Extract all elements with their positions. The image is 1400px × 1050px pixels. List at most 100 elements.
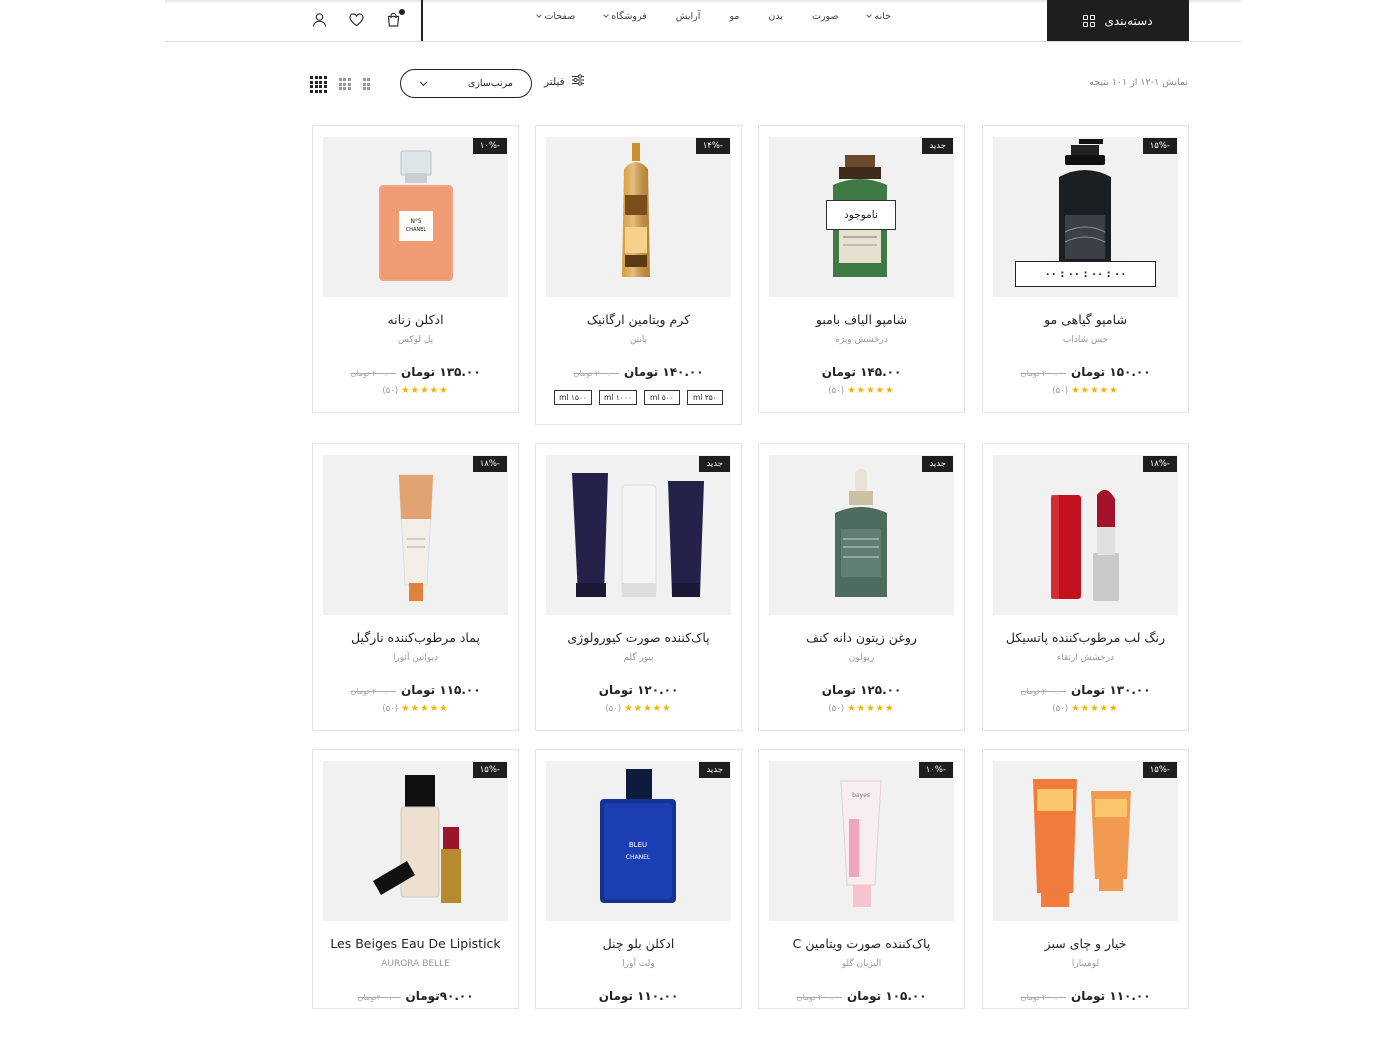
product-card[interactable]: -۱۴% کرم ویتامین ارگانیک پانتن ۱۴۰.۰۰ توما…	[535, 125, 742, 425]
product-title[interactable]: روغن زیتون دانه کنف	[759, 630, 964, 645]
product-price: ۱۳۵.۰۰ تومان ۲۰۰.۰۰ تومان	[313, 365, 518, 379]
product-price: ۱۲۵.۰۰ تومان	[759, 683, 964, 697]
product-brand: دیوانین آئورا	[392, 653, 439, 663]
product-image[interactable]	[546, 455, 731, 615]
star-rating-icon: ★★★★★	[847, 385, 895, 396]
size-option[interactable]: ml ۱۰۰۰	[599, 390, 637, 405]
product-image[interactable]	[323, 455, 508, 615]
product-card[interactable]: N°5 CHANEL -۱۰% ادکلن زنانه پل لوکس ۱۳۵.۰۰ …	[312, 125, 519, 413]
star-rating-icon: ★★★★★	[1071, 703, 1119, 714]
product-image[interactable]: ناموجود	[769, 137, 954, 297]
product-card[interactable]: BLEU CHANEL جدید ادکلن بلو چنل ولت آورا ۱۱۰…	[535, 749, 742, 1009]
nav-item-shop[interactable]: فروشگاه	[603, 11, 647, 22]
nav-item-hair[interactable]: مو	[729, 11, 739, 22]
nav-item-makeup[interactable]: آرایش	[676, 11, 701, 22]
grid-3-view-icon[interactable]	[338, 78, 351, 91]
product-title[interactable]: ادکلن زنانه	[313, 312, 518, 327]
size-option[interactable]: ml ۱۵۰۰	[554, 390, 592, 405]
current-price: ۱۳۰.۰۰ تومان	[1070, 683, 1151, 697]
product-title[interactable]: پماد مرطوب‌کننده نارگیل	[313, 630, 518, 645]
svg-text:bayes: bayes	[852, 792, 870, 799]
grid-4-view-icon[interactable]	[310, 76, 327, 93]
product-rating: ★★★★★ (۵۰)	[313, 385, 518, 396]
filter-icon	[571, 74, 585, 89]
product-card[interactable]: ۰۰ : ۰۰ : ۰۰ : ۰۰ -۱۵% شامپو گیاهی مو حس شا…	[982, 125, 1189, 413]
product-card[interactable]: ناموجود جدید شامپو الیاف بامبو درخشش ویژه ۱…	[758, 125, 965, 413]
star-rating-icon: ★★★★★	[624, 703, 672, 714]
product-badge: -۱۰%	[918, 762, 953, 778]
product-card[interactable]: جدید پاک‌کننده صورت کیورولوژی پیور گلم ۱۲۰…	[535, 443, 742, 731]
product-photo	[572, 473, 704, 597]
categories-button[interactable]: دسته‌بندی	[1047, 0, 1189, 41]
product-image[interactable]: bayes	[769, 761, 954, 921]
product-title[interactable]: ادکلن بلو چنل	[536, 936, 741, 951]
current-price: ۱۴۵.۰۰ تومان	[821, 365, 902, 379]
product-image[interactable]: ۰۰ : ۰۰ : ۰۰ : ۰۰	[993, 137, 1178, 297]
product-price: ۹۰.۰۰تومان ۲۰۰.۰۰تومان	[313, 989, 518, 1003]
product-card[interactable]: -۱۵% Les Beiges Eau De Lipistick AURORA BE…	[312, 749, 519, 1009]
product-title[interactable]: شامپو الیاف بامبو	[759, 312, 964, 327]
sort-select[interactable]: مرتب‌سازی	[400, 69, 532, 98]
main-nav: خانه صورت بدن مو آرایش فروشگاه صفحات	[536, 11, 891, 22]
product-photo	[373, 775, 461, 903]
product-brand: حس شاداب	[1062, 335, 1109, 345]
product-photo	[1033, 779, 1131, 907]
star-rating-icon: ★★★★★	[847, 703, 895, 714]
product-image[interactable]	[546, 137, 731, 297]
product-price: ۱۱۵.۰۰ تومان ۲۰۰.۰۰ تومان	[313, 683, 518, 697]
product-price: ۱۴۰.۰۰ تومان ۲۰۰.۰۰ تومان	[536, 365, 741, 379]
product-photo: bayes	[840, 780, 882, 907]
product-title[interactable]: Les Beiges Eau De Lipistick	[313, 936, 518, 951]
product-badge: -۱۵%	[472, 762, 507, 778]
product-badge: -۱۴%	[695, 138, 730, 154]
chevron-down-icon	[603, 12, 610, 18]
product-title[interactable]: پاک‌کننده صورت ویتامین C	[759, 936, 964, 951]
product-title[interactable]: پاک‌کننده صورت کیورولوژی	[536, 630, 741, 645]
grid-icon	[1083, 14, 1096, 27]
cart-count-badge	[398, 8, 406, 16]
product-image[interactable]	[993, 455, 1178, 615]
product-rating: ★★★★★ (۵۰)	[759, 703, 964, 714]
product-card[interactable]: bayes -۱۰% پاک‌کننده صورت ویتامین C الیزیان…	[758, 749, 965, 1009]
product-badge: -۱۵%	[1142, 762, 1177, 778]
review-count: (۵۰)	[828, 703, 845, 714]
cart-icon[interactable]	[385, 8, 406, 28]
nav-item-pages[interactable]: صفحات	[536, 11, 575, 22]
product-title[interactable]: رنگ لب مرطوب‌کننده پاتسیکل	[983, 630, 1188, 645]
product-image[interactable]: BLEU CHANEL	[546, 761, 731, 921]
product-brand: پل لوکس	[397, 335, 434, 345]
filter-button[interactable]: فیلتر	[544, 74, 585, 89]
categories-label: دسته‌بندی	[1104, 13, 1153, 28]
review-count: (۵۰)	[1052, 703, 1069, 714]
product-card[interactable]: -۱۸% رنگ لب مرطوب‌کننده پاتسیکل درخشش ارتق…	[982, 443, 1189, 731]
product-card[interactable]: -۱۸% پماد مرطوب‌کننده نارگیل دیوانین آئورا…	[312, 443, 519, 731]
product-title[interactable]: خیار و چای سبز	[983, 936, 1188, 951]
product-image[interactable]: N°5 CHANEL	[323, 137, 508, 297]
nav-item-face[interactable]: صورت	[812, 11, 839, 22]
product-card[interactable]: جدید روغن زیتون دانه کنف ریولون ۱۲۵.۰۰ توم…	[758, 443, 965, 731]
product-badge: -۱۰%	[472, 138, 507, 154]
size-option[interactable]: ml ۲۵۰	[686, 390, 723, 405]
nav-item-body[interactable]: بدن	[768, 11, 783, 22]
product-rating: ★★★★★ (۵۰)	[536, 703, 741, 714]
size-option[interactable]: ml ۵۰۰	[643, 390, 680, 405]
product-image[interactable]	[769, 455, 954, 615]
product-badge: جدید	[922, 456, 953, 472]
product-title[interactable]: کرم ویتامین ارگانیک	[536, 312, 741, 327]
current-price: ۱۳۵.۰۰ تومان	[400, 365, 481, 379]
product-badge: جدید	[922, 138, 953, 154]
product-photo	[1051, 489, 1119, 601]
current-price: ۱۱۰.۰۰ تومان	[1070, 989, 1151, 1003]
product-title[interactable]: شامپو گیاهی مو	[983, 312, 1188, 327]
nav-item-home[interactable]: خانه	[866, 11, 891, 22]
product-brand: درخشش ویژه	[835, 335, 888, 345]
grid-2-view-icon[interactable]	[362, 78, 370, 91]
product-card[interactable]: -۱۵% خیار و چای سبز لومینارا ۱۱۰.۰۰ تومان …	[982, 749, 1189, 1009]
heart-icon[interactable]	[348, 11, 365, 28]
product-image[interactable]	[993, 761, 1178, 921]
product-image[interactable]	[323, 761, 508, 921]
sort-label: مرتب‌سازی	[467, 78, 513, 89]
product-badge: -۱۵%	[1142, 138, 1177, 154]
user-icon[interactable]	[311, 11, 328, 28]
product-brand: درخشش ارتقاء	[1056, 653, 1115, 663]
